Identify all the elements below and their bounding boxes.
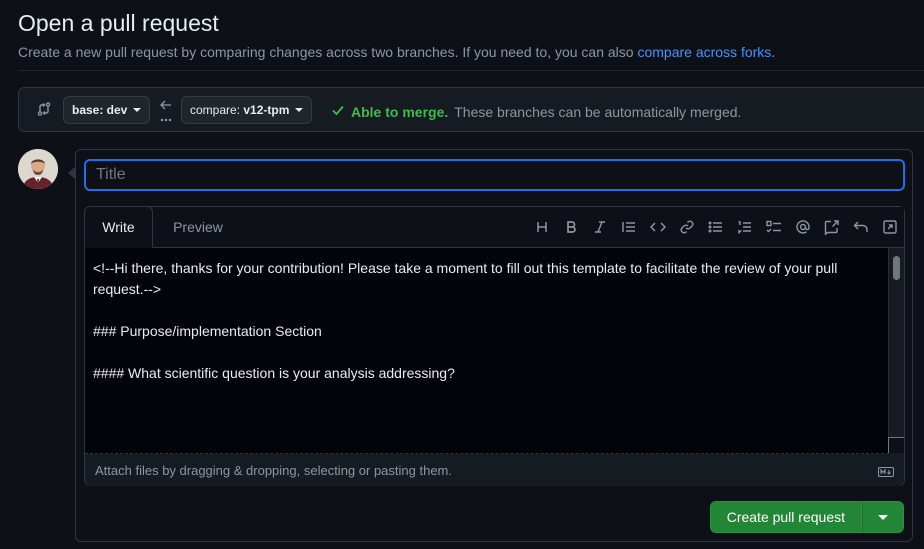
quote-icon[interactable] (614, 215, 643, 239)
link-icon[interactable] (672, 215, 701, 239)
italic-icon[interactable] (585, 215, 614, 239)
page-title: Open a pull request (18, 10, 219, 36)
base-branch-label: base: dev (72, 103, 128, 117)
avatar[interactable] (18, 149, 58, 189)
unordered-list-icon[interactable] (701, 215, 730, 239)
chevron-down-icon (295, 108, 304, 112)
page-subtitle: Create a new pull request by comparing c… (18, 44, 775, 60)
scrollbar-thumb[interactable] (893, 256, 900, 280)
tab-write[interactable]: Write (84, 206, 153, 248)
merge-status-label: Able to merge. (351, 103, 449, 120)
git-compare-icon (36, 101, 52, 122)
task-list-icon[interactable] (759, 215, 788, 239)
fullscreen-icon[interactable] (875, 215, 904, 239)
comment-body-textarea[interactable]: <!--Hi there, thanks for your contributi… (85, 248, 904, 454)
branch-comparison-bar: base: dev compare: v12-tpm Able to merge… (18, 87, 924, 132)
undo-icon[interactable] (846, 215, 875, 239)
attach-hint: Attach files by dragging & dropping, sel… (95, 462, 452, 478)
chevron-down-icon (133, 108, 142, 112)
cross-reference-icon[interactable] (817, 215, 846, 239)
check-icon (331, 103, 345, 120)
tab-preview[interactable]: Preview (165, 206, 231, 248)
pull-request-form: Write Preview (68, 149, 913, 542)
file-attachment-bar[interactable]: Attach files by dragging & dropping, sel… (85, 454, 904, 486)
merge-status-message: These branches can be automatically merg… (454, 103, 742, 120)
compare-branch-label: compare: v12-tpm (190, 103, 290, 117)
base-branch-button[interactable]: base: dev (63, 96, 151, 124)
merge-status: Able to merge. These branches can be aut… (331, 103, 741, 120)
subtitle-suffix: . (771, 44, 776, 60)
chevron-down-icon (878, 514, 888, 520)
heading-icon[interactable] (527, 215, 556, 239)
create-pull-request-group: Create pull request (709, 501, 904, 533)
create-options-dropdown[interactable] (862, 501, 904, 533)
compare-across-forks-link[interactable]: compare across forks (637, 44, 771, 60)
textarea-scrollbar[interactable] (888, 248, 904, 454)
bold-icon[interactable] (556, 215, 585, 239)
resize-handle[interactable] (888, 437, 904, 453)
title-input[interactable] (84, 159, 905, 191)
create-pull-request-button[interactable]: Create pull request (709, 501, 862, 533)
ordered-list-icon[interactable] (730, 215, 759, 239)
divider (18, 70, 924, 71)
comment-editor: Write Preview <!--Hi there, thanks for y… (84, 206, 905, 486)
mention-icon[interactable] (788, 215, 817, 239)
code-icon[interactable] (643, 215, 672, 239)
markdown-icon (878, 465, 894, 480)
arrow-left-icon (159, 99, 173, 128)
markdown-toolbar (527, 215, 904, 239)
comment-body-text[interactable]: <!--Hi there, thanks for your contributi… (93, 258, 880, 384)
subtitle-text: Create a new pull request by comparing c… (18, 44, 634, 60)
compare-branch-button[interactable]: compare: v12-tpm (181, 96, 313, 124)
editor-tabs: Write Preview (84, 206, 904, 248)
